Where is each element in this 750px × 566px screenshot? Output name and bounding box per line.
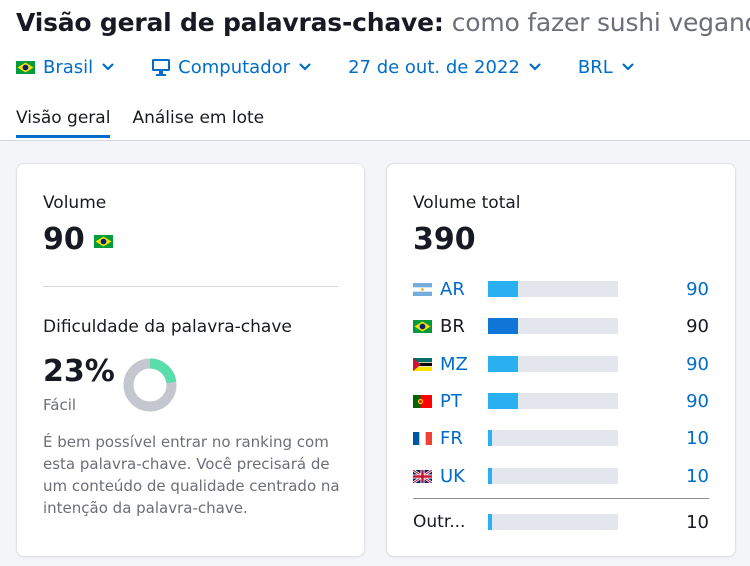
country-volume-link[interactable]: 90 [618,391,709,412]
country-volume-bar [488,430,618,446]
country-row-br: BR 90 [413,314,709,338]
country-code: BR [440,315,465,337]
date-dropdown-label: 27 de out. de 2022 [348,56,520,78]
country-volume-bar [488,514,618,530]
country-code-link[interactable]: MZ [440,354,486,375]
others-divider [413,498,709,499]
country-row-others: Outr... 10 [413,510,709,534]
country-volume-link[interactable]: 10 [618,428,709,449]
currency-dropdown[interactable]: BRL [578,57,635,78]
country-volume-bar [488,468,618,484]
brazil-flag-icon [16,60,35,74]
monitor-icon [152,59,171,76]
volume-label: Volume [43,193,107,213]
page-title-label: Visão geral de palavras-chave: [16,8,444,37]
date-dropdown[interactable]: 27 de out. de 2022 [348,57,542,78]
filter-bar: Brasil Computador 27 de out. de 2022 BRL [16,54,671,80]
country-dropdown-label: Brasil [43,56,94,78]
chevron-down-icon [299,63,311,71]
brazil-flag-icon [94,235,113,248]
country-volume-link[interactable]: 90 [618,279,709,300]
country-volume-bar [488,281,618,297]
device-dropdown[interactable]: Computador [151,57,312,78]
tab-overview[interactable]: Visão geral [16,108,111,138]
country-row-mz: MZ 90 [413,352,709,376]
mozambique-flag-icon [413,357,432,371]
difficulty-level: Fácil [43,396,77,414]
page-title: Visão geral de palavras-chave: como fazer… [16,8,750,37]
uk-flag-icon [413,469,432,483]
country-volume-bar [488,318,618,334]
chevron-down-icon [621,63,634,71]
total-volume-card: Volume total 390 AR 90 BR 90 MZ 90 PT 90… [386,163,736,557]
volume-card: Volume 90 Dificuldade da palavra-chave 2… [16,163,365,557]
volume-value: 90 [43,222,85,257]
difficulty-donut-chart [123,358,177,412]
others-label: Outr... [413,512,466,532]
country-row-pt: PT 90 [413,389,709,413]
country-code-link[interactable]: PT [440,391,486,412]
difficulty-description: É bem possível entrar no ranking com est… [43,433,340,517]
country-code-link[interactable]: AR [440,279,486,300]
france-flag-icon [413,431,432,445]
tab-bar: Visão geral Análise em lote [16,108,286,138]
country-code-link[interactable]: FR [440,428,486,449]
country-volume-bar [488,356,618,372]
currency-dropdown-label: BRL [577,56,613,78]
country-code-link[interactable]: UK [440,466,486,487]
page-header: Visão geral de palavras-chave: como fazer… [0,0,750,141]
portugal-flag-icon [413,394,432,408]
country-row-ar: AR 90 [413,277,709,301]
total-volume-value: 390 [413,222,476,257]
country-volume-value: 90 [686,315,709,337]
country-volume-link[interactable]: 10 [618,466,709,487]
card-divider [43,286,338,287]
difficulty-value: 23% [43,354,115,389]
country-volume-bar [488,393,618,409]
others-volume-value: 10 [686,511,709,533]
total-volume-label: Volume total [413,193,521,213]
device-dropdown-label: Computador [178,56,291,78]
country-row-uk: UK 10 [413,464,709,488]
tab-batch-analysis[interactable]: Análise em lote [132,108,264,138]
chevron-down-icon [529,63,541,71]
brazil-flag-icon [413,319,432,333]
chevron-down-icon [102,63,114,71]
page-title-keyword: como fazer sushi vegano [451,8,750,37]
argentina-flag-icon [413,282,432,296]
difficulty-label: Dificuldade da palavra-chave [43,317,292,337]
country-dropdown[interactable]: Brasil [16,57,115,78]
country-row-fr: FR 10 [413,426,709,450]
country-volume-link[interactable]: 90 [618,354,709,375]
